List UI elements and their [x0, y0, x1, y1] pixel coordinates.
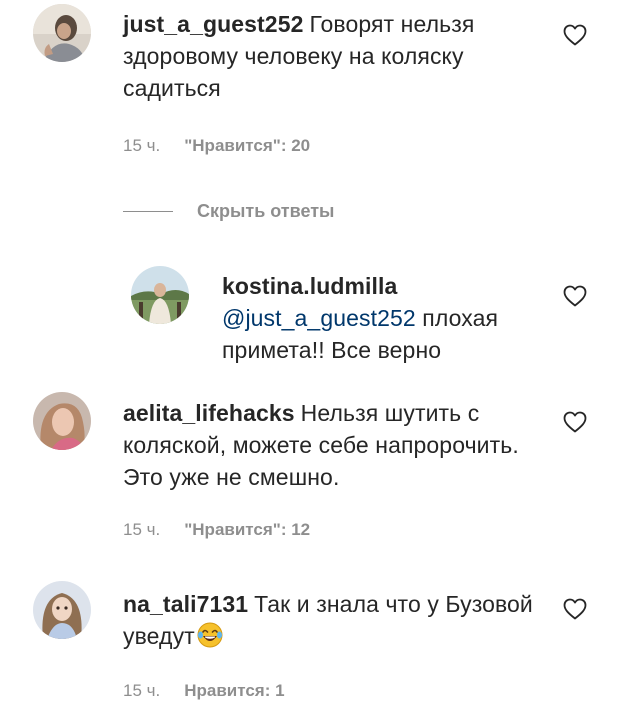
comment-text: na_tali7131 Так и знала что у Бузовой уве…	[123, 588, 543, 652]
heart-outline-icon	[563, 598, 587, 620]
reply-mention[interactable]: @just_a_guest252	[222, 305, 416, 331]
hide-replies-label: Скрыть ответы	[197, 200, 335, 221]
comment-text: aelita_lifehacks Нельзя шутить с коляской…	[123, 397, 543, 493]
comment-meta: 15 ч. Нравится: 1	[123, 681, 285, 701]
comment-time[interactable]: 15 ч.	[123, 136, 160, 155]
like-button[interactable]	[563, 24, 587, 46]
heart-outline-icon	[563, 285, 587, 307]
like-button[interactable]	[563, 598, 587, 620]
comment-username[interactable]: na_tali7131	[123, 591, 248, 617]
hide-replies-button[interactable]: Скрыть ответы	[123, 199, 334, 223]
avatar[interactable]	[33, 392, 91, 450]
avatar[interactable]	[33, 581, 91, 639]
divider	[123, 210, 173, 212]
laughing-crying-emoji-icon	[197, 622, 223, 648]
heart-outline-icon	[563, 24, 587, 46]
comment-likes[interactable]: Нравится: 1	[184, 681, 284, 700]
comment-likes[interactable]: "Нравится": 12	[184, 520, 310, 539]
like-button[interactable]	[563, 285, 587, 307]
heart-outline-icon	[563, 411, 587, 433]
comment-time[interactable]: 15 ч.	[123, 681, 160, 700]
comment-meta: 15 ч. "Нравится": 20	[123, 136, 310, 156]
avatar[interactable]	[131, 266, 189, 324]
reply-username[interactable]: kostina.ludmilla	[222, 270, 536, 302]
avatar[interactable]	[33, 4, 91, 62]
like-button[interactable]	[563, 411, 587, 433]
comment-username[interactable]: just_a_guest252	[123, 11, 303, 37]
comment-time[interactable]: 15 ч.	[123, 520, 160, 539]
reply-text: kostina.ludmilla @just_a_guest252 плохая…	[222, 270, 542, 366]
comment-username[interactable]: aelita_lifehacks	[123, 400, 295, 426]
comment-text: just_a_guest252 Говорят нельзя здоровому …	[123, 8, 543, 104]
comment-likes[interactable]: "Нравится": 20	[184, 136, 310, 155]
comment-meta: 15 ч. "Нравится": 12	[123, 520, 310, 540]
